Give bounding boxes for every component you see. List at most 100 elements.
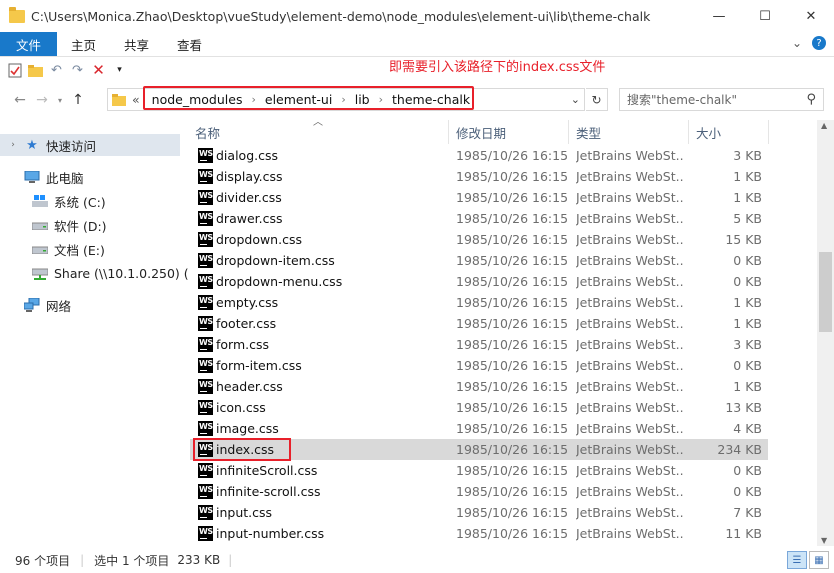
sidebar-item-label: 此电脑 bbox=[46, 170, 84, 186]
breadcrumb-overflow[interactable]: « bbox=[132, 92, 140, 107]
file-row[interactable]: WS dropdown-item.css 1985/10/26 16:15 JetBr… bbox=[190, 250, 768, 271]
file-type: JetBrains WebSt... bbox=[576, 379, 684, 394]
chevron-down-icon[interactable]: ⌄ bbox=[571, 93, 580, 106]
search-icon[interactable]: ⚲ bbox=[806, 92, 816, 107]
file-row[interactable]: WS icon.css 1985/10/26 16:15 JetBrains WebS… bbox=[190, 397, 768, 418]
chevron-down-icon[interactable]: ⌄ bbox=[792, 36, 802, 50]
webstorm-file-icon: WS bbox=[198, 421, 213, 436]
sidebar-item-drive-e[interactable]: 文档 (E:) bbox=[0, 238, 105, 260]
file-type: JetBrains WebSt... bbox=[576, 463, 684, 478]
sidebar-item-quick-access[interactable]: › ★ 快速访问 bbox=[0, 134, 180, 156]
file-row[interactable]: WS input.css 1985/10/26 16:15 JetBrains Web… bbox=[190, 502, 768, 523]
file-name: divider.css bbox=[216, 190, 282, 205]
file-name: header.css bbox=[216, 379, 283, 394]
delete-icon[interactable]: ✕ bbox=[90, 61, 107, 79]
file-type: JetBrains WebSt... bbox=[576, 211, 684, 226]
sidebar-item-this-pc[interactable]: 此电脑 bbox=[0, 166, 84, 188]
help-icon[interactable]: ? bbox=[812, 36, 826, 50]
file-size: 5 KB bbox=[733, 211, 762, 226]
file-row[interactable]: WS empty.css 1985/10/26 16:15 JetBrains Web… bbox=[190, 292, 768, 313]
file-row[interactable]: WS dropdown.css 1985/10/26 16:15 JetBrains … bbox=[190, 229, 768, 250]
file-size: 3 KB bbox=[733, 148, 762, 163]
file-row[interactable]: WS dialog.css 1985/10/26 16:15 JetBrains We… bbox=[190, 145, 768, 166]
sidebar-item-drive-d[interactable]: 软件 (D:) bbox=[0, 214, 107, 236]
webstorm-file-icon: WS bbox=[198, 274, 213, 289]
column-header-size[interactable]: 大小 bbox=[696, 120, 721, 144]
file-name: display.css bbox=[216, 169, 283, 184]
file-row[interactable]: WS header.css 1985/10/26 16:15 JetBrains We… bbox=[190, 376, 768, 397]
file-size: 13 KB bbox=[725, 400, 762, 415]
customize-qat-icon[interactable]: ▾ bbox=[111, 62, 128, 79]
status-bar: 96 个项目 | 选中 1 个项目 233 KB | bbox=[0, 546, 834, 573]
tab-view[interactable]: 查看 bbox=[163, 32, 216, 56]
file-date: 1985/10/26 16:15 bbox=[456, 295, 569, 310]
file-row[interactable]: WS divider.css 1985/10/26 16:15 JetBrains W… bbox=[190, 187, 768, 208]
search-placeholder: 搜索"theme-chalk" bbox=[627, 93, 737, 107]
file-date: 1985/10/26 16:15 bbox=[456, 400, 569, 415]
column-header-date[interactable]: 修改日期 bbox=[456, 120, 506, 144]
file-date: 1985/10/26 16:15 bbox=[456, 316, 569, 331]
details-view-icon[interactable]: ☰ bbox=[787, 551, 807, 569]
file-date: 1985/10/26 16:15 bbox=[456, 169, 569, 184]
file-date: 1985/10/26 16:15 bbox=[456, 442, 569, 457]
ribbon-tabs: 文件 主页 共享 查看 ⌄ ? bbox=[0, 32, 834, 57]
file-size: 0 KB bbox=[733, 463, 762, 478]
vertical-scrollbar[interactable]: ▲ ▼ bbox=[817, 120, 834, 546]
redo-icon[interactable]: ↷ bbox=[69, 62, 86, 79]
file-size: 11 KB bbox=[725, 526, 762, 541]
sidebar-item-network-share[interactable]: Share (\\10.1.0.250) ( bbox=[0, 262, 189, 284]
file-row[interactable]: WS input-number.css 1985/10/26 16:15 JetBra… bbox=[190, 523, 768, 544]
webstorm-file-icon: WS bbox=[198, 169, 213, 184]
properties-icon[interactable] bbox=[6, 62, 23, 79]
file-row[interactable]: WS infinite-scroll.css 1985/10/26 16:15 Jet… bbox=[190, 481, 768, 502]
file-row[interactable]: WS form-item.css 1985/10/26 16:15 JetBrains… bbox=[190, 355, 768, 376]
file-date: 1985/10/26 16:15 bbox=[456, 484, 569, 499]
file-size: 0 KB bbox=[733, 274, 762, 289]
refresh-icon[interactable]: ↻ bbox=[586, 88, 608, 111]
file-row[interactable]: WS dropdown-menu.css 1985/10/26 16:15 JetBr… bbox=[190, 271, 768, 292]
file-name: input-number.css bbox=[216, 526, 325, 541]
scroll-up-icon[interactable]: ▲ bbox=[821, 121, 827, 130]
up-icon[interactable]: ↑ bbox=[67, 92, 89, 108]
file-row[interactable]: WS drawer.css 1985/10/26 16:15 JetBrains We… bbox=[190, 208, 768, 229]
tab-file[interactable]: 文件 bbox=[0, 32, 57, 56]
forward-icon[interactable]: → bbox=[31, 92, 53, 108]
new-folder-icon[interactable] bbox=[27, 62, 44, 79]
column-divider[interactable] bbox=[568, 120, 569, 144]
minimize-button[interactable]: — bbox=[696, 0, 742, 32]
column-header-type[interactable]: 类型 bbox=[576, 120, 601, 144]
back-icon[interactable]: ← bbox=[9, 92, 31, 108]
file-date: 1985/10/26 16:15 bbox=[456, 337, 569, 352]
column-header-name[interactable]: 名称 bbox=[195, 120, 220, 144]
column-divider[interactable] bbox=[448, 120, 449, 144]
webstorm-file-icon: WS bbox=[198, 295, 213, 310]
file-row[interactable]: WS image.css 1985/10/26 16:15 JetBrains Web… bbox=[190, 418, 768, 439]
file-date: 1985/10/26 16:15 bbox=[456, 274, 569, 289]
recent-locations-icon[interactable]: ▾ bbox=[53, 96, 67, 105]
title-bar: C:\Users\Monica.Zhao\Desktop\vueStudy\el… bbox=[0, 0, 834, 32]
file-name: footer.css bbox=[216, 316, 277, 331]
search-input[interactable]: 搜索"theme-chalk" ⚲ bbox=[619, 88, 824, 111]
file-row[interactable]: WS infiniteScroll.css 1985/10/26 16:15 JetB… bbox=[190, 460, 768, 481]
sidebar-item-drive-c[interactable]: 系统 (C:) bbox=[0, 190, 106, 212]
scroll-down-icon[interactable]: ▼ bbox=[821, 536, 827, 545]
maximize-button[interactable]: ☐ bbox=[742, 0, 788, 32]
chevron-right-icon[interactable]: › bbox=[8, 138, 18, 152]
file-type: JetBrains WebSt... bbox=[576, 442, 684, 457]
file-row[interactable]: WS display.css 1985/10/26 16:15 JetBrains W… bbox=[190, 166, 768, 187]
tab-home[interactable]: 主页 bbox=[57, 32, 110, 56]
column-divider[interactable] bbox=[768, 120, 769, 144]
large-icons-view-icon[interactable]: ▦ bbox=[809, 551, 829, 569]
file-row[interactable]: WS footer.css 1985/10/26 16:15 JetBrains We… bbox=[190, 313, 768, 334]
file-type: JetBrains WebSt... bbox=[576, 421, 684, 436]
sidebar-item-network[interactable]: 网络 bbox=[0, 294, 71, 316]
column-divider[interactable] bbox=[688, 120, 689, 144]
file-date: 1985/10/26 16:15 bbox=[456, 232, 569, 247]
file-row[interactable]: WS form.css 1985/10/26 16:15 JetBrains WebS… bbox=[190, 334, 768, 355]
item-count: 96 个项目 bbox=[15, 553, 71, 568]
scrollbar-thumb[interactable] bbox=[819, 252, 832, 332]
undo-icon[interactable]: ↶ bbox=[48, 62, 65, 79]
close-button[interactable]: ✕ bbox=[788, 0, 834, 32]
webstorm-file-icon: WS bbox=[198, 484, 213, 499]
tab-share[interactable]: 共享 bbox=[110, 32, 163, 56]
